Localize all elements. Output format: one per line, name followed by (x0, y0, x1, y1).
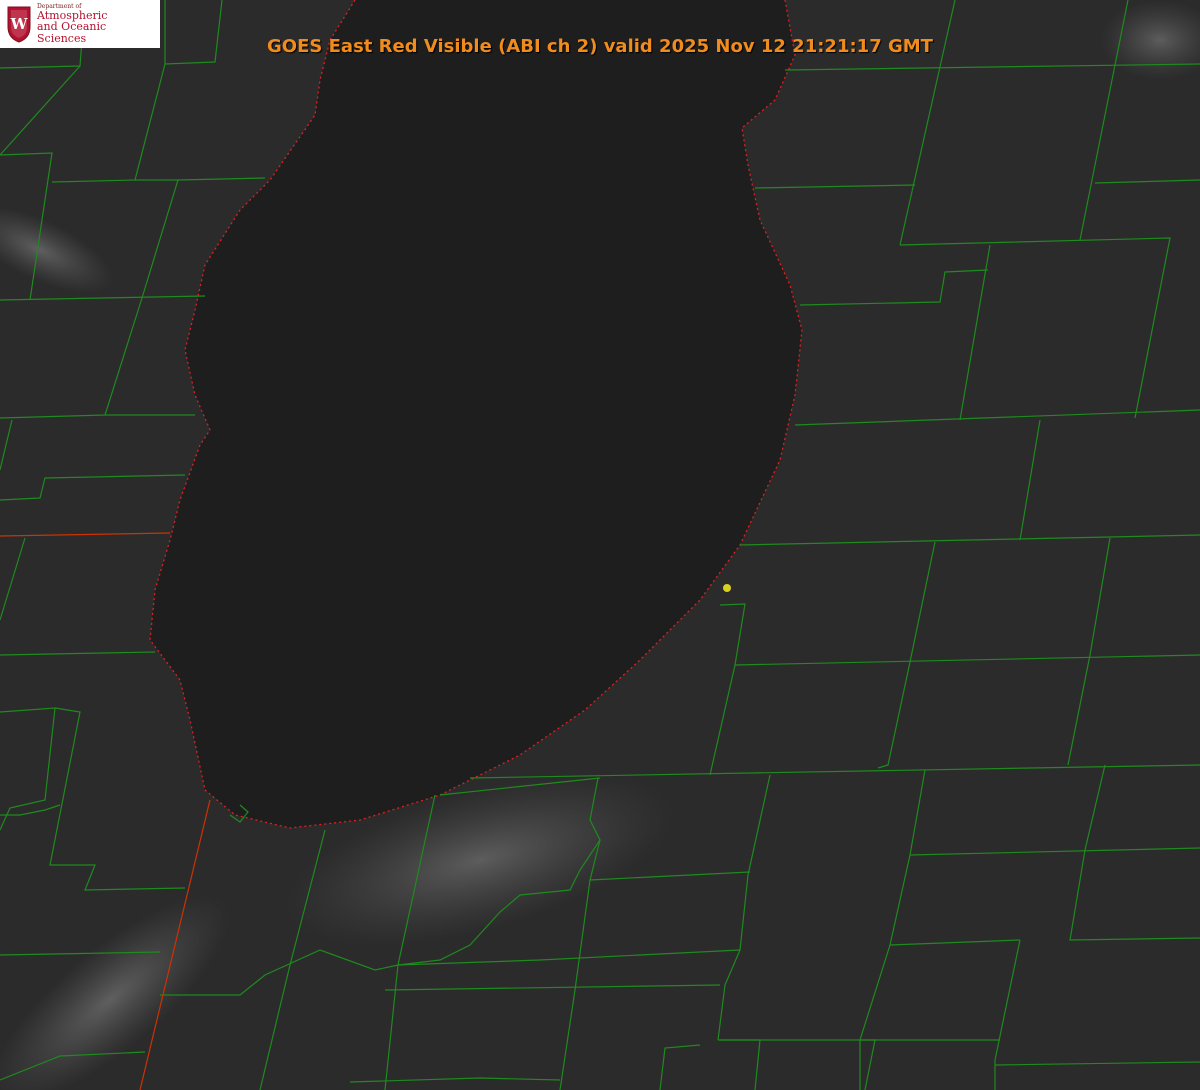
image-title: GOES East Red Visible (ABI ch 2) valid 2… (267, 36, 933, 57)
location-dot-icon (723, 584, 731, 592)
satellite-map (0, 0, 1200, 1090)
crest-letter: W (10, 15, 29, 33)
